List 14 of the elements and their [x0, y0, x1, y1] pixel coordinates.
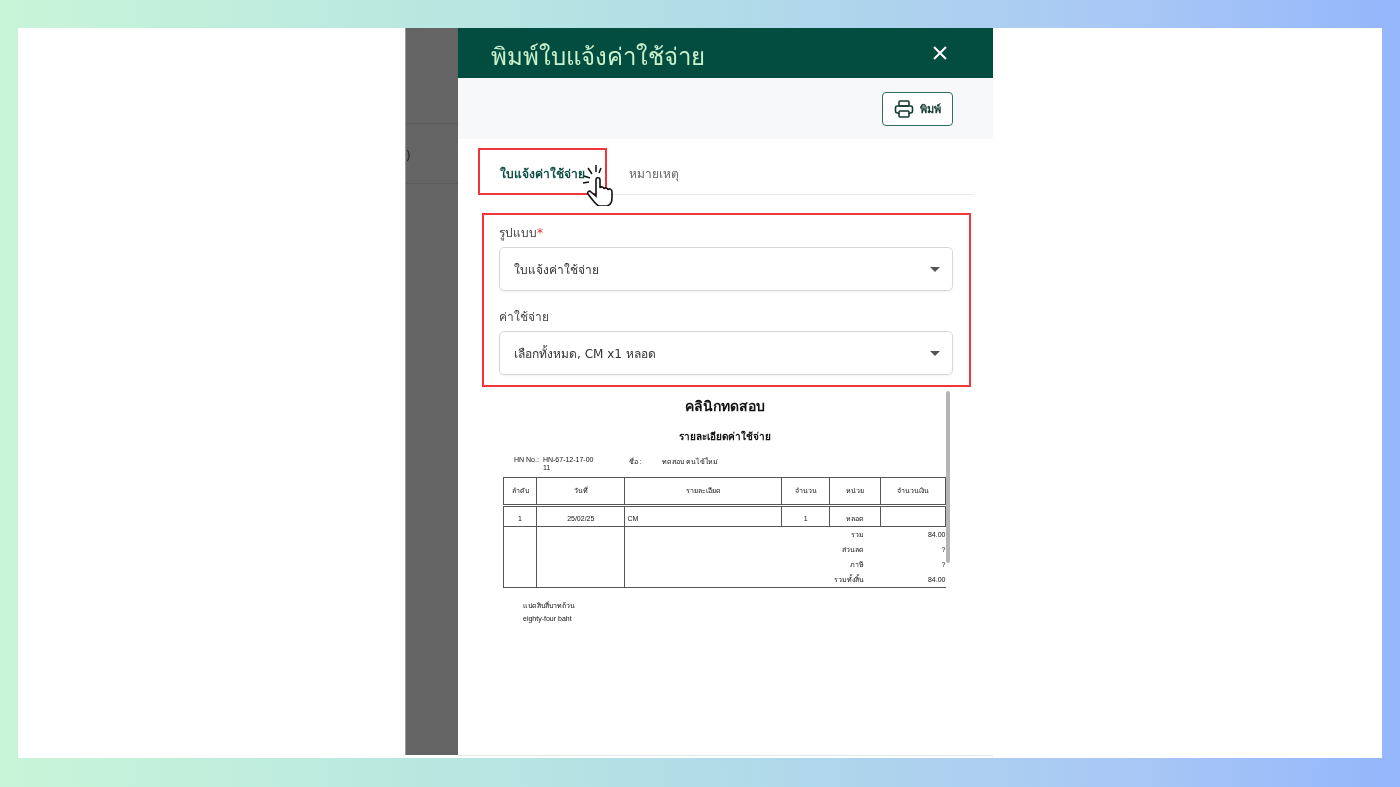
document-heading: รายละเอียดค่าใช้จ่าย [678, 429, 771, 444]
dialog-title: พิมพ์ใบแจ้งค่าใช้จ่าย [491, 41, 705, 72]
dropdown-caret-icon [930, 350, 940, 356]
select-field[interactable]: ใบแจ้งค่าใช้จ่าย [499, 247, 953, 291]
print-button[interactable]: พิมพ์ [882, 91, 953, 126]
dropdown-caret-icon [930, 266, 940, 272]
clinic-name: คลินิกทดสอบ [684, 397, 765, 416]
select-field[interactable]: เลือกทั้งหมด, CM x1 หลอด [499, 331, 953, 375]
tab[interactable]: ใบแจ้งค่าใช้จ่าย [478, 148, 607, 195]
close-icon[interactable] [933, 46, 947, 60]
field-label: ค่าใช้จ่าย [499, 309, 550, 326]
field-label: รูปแบบ* [499, 225, 544, 242]
printer-icon [894, 99, 914, 118]
tab[interactable]: หมายเหตุ [607, 148, 701, 195]
